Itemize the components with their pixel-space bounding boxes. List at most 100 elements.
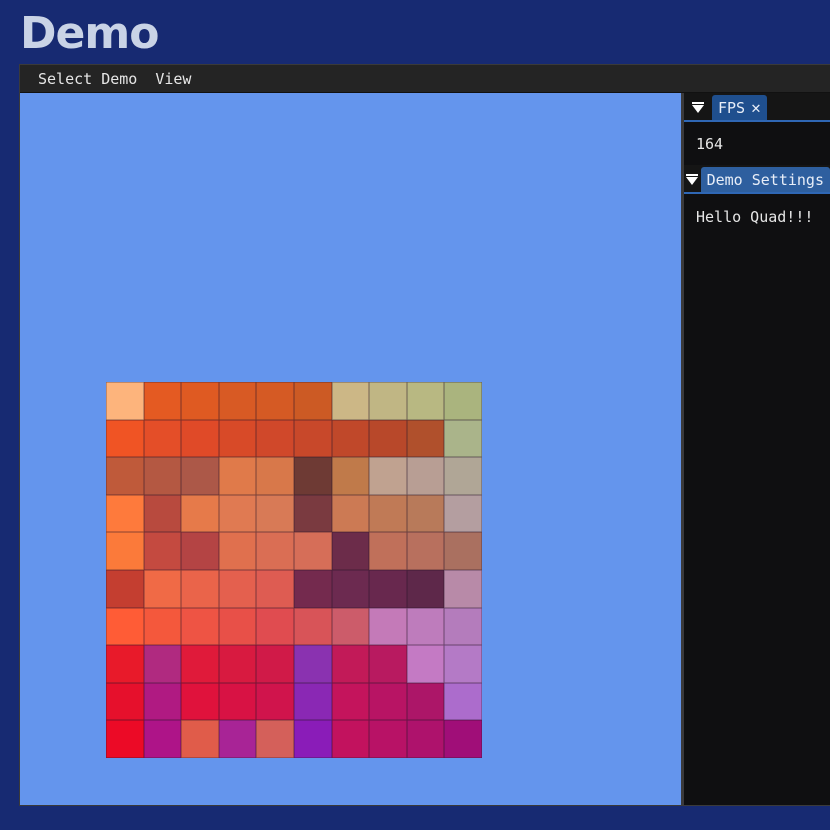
quad-cell	[369, 645, 407, 683]
quad-cell	[181, 532, 219, 570]
quad-cell	[369, 569, 407, 608]
quad-cell	[369, 457, 407, 495]
quad-cell	[181, 682, 219, 721]
quad-cell	[143, 645, 182, 683]
fps-tabbar: FPS ✕	[684, 93, 830, 122]
quad-cell	[406, 645, 445, 683]
menubar: Select Demo View	[20, 65, 830, 93]
quad-cell	[143, 720, 182, 758]
quad-cell	[218, 419, 257, 458]
quad-cell	[218, 494, 257, 533]
quad-cell	[143, 569, 182, 608]
quad-cell	[369, 419, 407, 458]
quad-cell	[369, 682, 407, 721]
quad-cell	[293, 607, 332, 646]
quad-cell	[444, 569, 482, 608]
quad-cell	[106, 569, 144, 608]
quad-cell	[293, 494, 332, 533]
quad-cell	[331, 382, 370, 420]
quad-cell	[181, 645, 219, 683]
quad-cell	[293, 532, 332, 570]
quad-cell	[218, 569, 257, 608]
quad-cell	[444, 645, 482, 683]
quad-cell	[331, 682, 370, 721]
quad-cell	[256, 419, 294, 458]
tab-fps[interactable]: FPS ✕	[712, 95, 767, 120]
quad-cell	[293, 382, 332, 420]
quad-cell	[369, 607, 407, 646]
quad-cell	[218, 682, 257, 721]
quad-cell	[293, 720, 332, 758]
quad-cell	[331, 607, 370, 646]
quad-cell	[106, 532, 144, 570]
settings-collapse-icon[interactable]	[684, 165, 701, 192]
quad-cell	[331, 720, 370, 758]
quad-cell	[406, 569, 445, 608]
app-window: Select Demo View FPS ✕ 164 Demo Settings…	[19, 64, 830, 806]
quad-cell	[256, 382, 294, 420]
fps-collapse-icon[interactable]	[684, 93, 712, 120]
quad-cell	[218, 457, 257, 495]
quad-cell	[406, 382, 445, 420]
quad-cell	[256, 457, 294, 495]
quad-cell	[143, 532, 182, 570]
quad-cell	[406, 419, 445, 458]
quad-cell	[181, 569, 219, 608]
quad-cell	[143, 382, 182, 420]
quad-cell	[293, 419, 332, 458]
menu-view[interactable]: View	[149, 70, 203, 88]
quad-cell	[106, 720, 144, 758]
quad-cell	[293, 682, 332, 721]
quad-cell	[406, 682, 445, 721]
quad-cell	[256, 532, 294, 570]
quad-cell	[143, 419, 182, 458]
quad-cell	[406, 607, 445, 646]
quad-cell	[406, 720, 445, 758]
quad-cell	[444, 419, 482, 458]
quad-cell	[444, 382, 482, 420]
settings-message: Hello Quad!!!	[696, 208, 814, 226]
quad-cell	[181, 720, 219, 758]
quad-cell	[331, 419, 370, 458]
quad-grid	[106, 382, 482, 758]
quad-cell	[293, 569, 332, 608]
quad-cell	[106, 645, 144, 683]
close-icon[interactable]: ✕	[751, 99, 761, 116]
tab-demo-settings[interactable]: Demo Settings	[700, 167, 830, 192]
quad-cell	[143, 682, 182, 721]
app-title: Demo	[20, 8, 159, 59]
quad-cell	[143, 457, 182, 495]
quad-cell	[331, 457, 370, 495]
quad-cell	[406, 532, 445, 570]
quad-cell	[256, 494, 294, 533]
render-viewport[interactable]	[20, 93, 681, 805]
quad-cell	[181, 494, 219, 533]
quad-cell	[218, 607, 257, 646]
quad-cell	[331, 494, 370, 533]
quad-cell	[181, 382, 219, 420]
quad-cell	[444, 457, 482, 495]
quad-cell	[106, 419, 144, 458]
fps-value: 164	[696, 135, 724, 153]
quad-cell	[181, 419, 219, 458]
quad-cell	[256, 720, 294, 758]
quad-cell	[106, 494, 144, 533]
quad-cell	[256, 645, 294, 683]
quad-cell	[218, 720, 257, 758]
quad-cell	[444, 682, 482, 721]
settings-tabbar: Demo Settings	[684, 165, 830, 194]
quad-cell	[256, 569, 294, 608]
quad-cell	[218, 382, 257, 420]
quad-cell	[256, 607, 294, 646]
quad-cell	[444, 532, 482, 570]
quad-cell	[331, 569, 370, 608]
quad-cell	[369, 720, 407, 758]
quad-cell	[181, 607, 219, 646]
quad-cell	[293, 645, 332, 683]
tab-fps-label: FPS	[718, 98, 746, 117]
quad-cell	[106, 607, 144, 646]
quad-cell	[369, 532, 407, 570]
quad-cell	[106, 382, 144, 420]
menu-select-demo[interactable]: Select Demo	[20, 70, 149, 88]
quad-cell	[143, 607, 182, 646]
